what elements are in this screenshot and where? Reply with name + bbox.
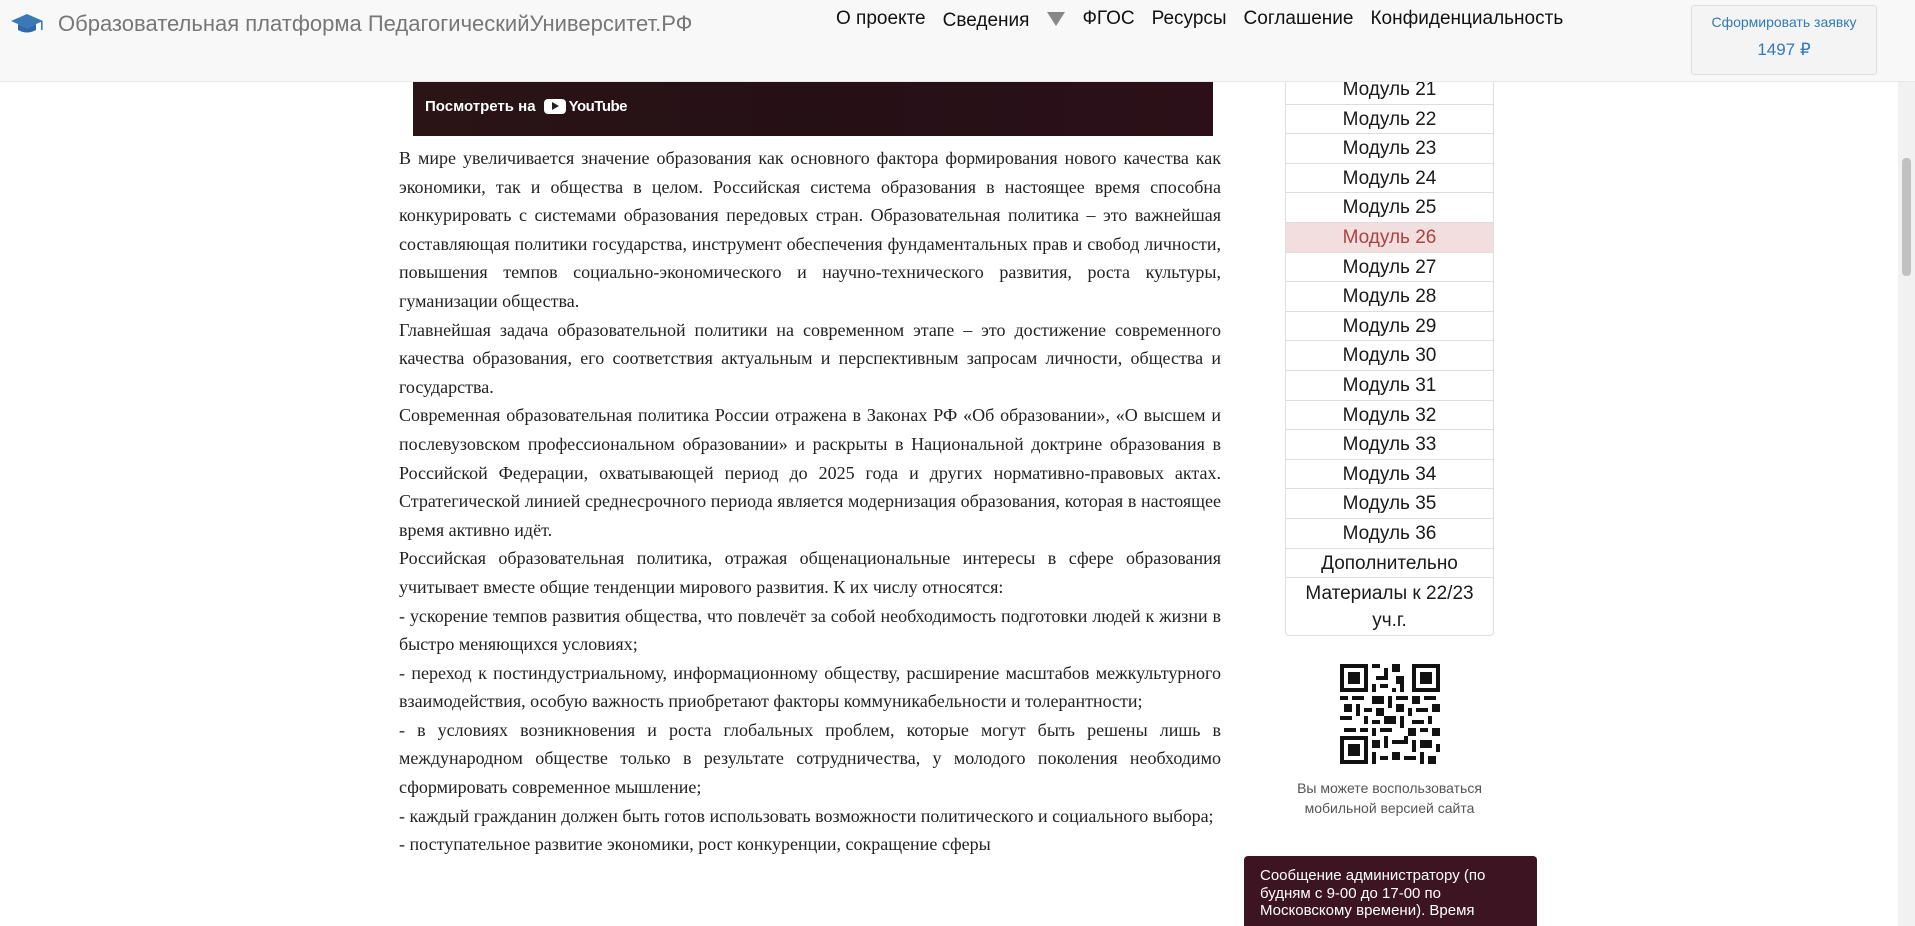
scrollbar-thumb[interactable] (1902, 158, 1911, 276)
module-item-28[interactable]: Модуль 28 (1286, 281, 1493, 311)
qr-code-icon (1340, 664, 1440, 764)
caret-down-icon (1047, 12, 1066, 26)
nav-privacy[interactable]: Конфиденциальность (1370, 8, 1563, 30)
module-item-27[interactable]: Модуль 27 (1286, 251, 1493, 282)
nav-info-label: Сведения (942, 10, 1030, 31)
module-item-materials[interactable]: Материалы к 22/23 уч.г. (1286, 577, 1493, 635)
module-item-30[interactable]: Модуль 30 (1286, 340, 1493, 370)
module-item-29[interactable]: Модуль 29 (1286, 310, 1493, 341)
nav-agreement[interactable]: Соглашение (1244, 8, 1354, 30)
module-item-32[interactable]: Модуль 32 (1286, 399, 1493, 430)
paragraph: - переход к постиндустриальному, информа… (399, 662, 1221, 712)
watch-on-label: Посмотреть на (425, 98, 536, 115)
module-item-34[interactable]: Модуль 34 (1286, 458, 1493, 489)
nav-fgos[interactable]: ФГОС (1082, 8, 1134, 30)
paragraph: В мире увеличивается значение образовани… (399, 148, 1221, 311)
paragraph: - каждый гражданин должен быть готов исп… (399, 805, 1214, 826)
graduation-cap-icon (11, 14, 43, 33)
module-item-24[interactable]: Модуль 24 (1286, 162, 1493, 193)
order-widget: Сформировать заявку 1497 ₽ (1691, 5, 1877, 75)
brand-title: Образовательная платформа Педагогический… (58, 11, 693, 36)
admin-message-widget[interactable]: Сообщение администратору (по будням с 9-… (1244, 856, 1537, 926)
watch-on-youtube-button[interactable]: Посмотреть на YouTube (425, 98, 628, 115)
module-item-additional[interactable]: Дополнительно (1286, 547, 1493, 578)
article-body: В мире увеличивается значение образовани… (399, 144, 1221, 859)
module-item-36[interactable]: Модуль 36 (1286, 517, 1493, 548)
youtube-wordmark: YouTube (568, 98, 628, 115)
video-embed[interactable]: Посмотреть на YouTube (413, 82, 1213, 136)
nav-info[interactable]: Сведения (943, 6, 1066, 32)
module-item-23[interactable]: Модуль 23 (1286, 133, 1493, 163)
module-item-22[interactable]: Модуль 22 (1286, 103, 1493, 134)
module-item-26-active[interactable]: Модуль 26 (1286, 221, 1493, 252)
qr-caption: Вы можете воспользоваться мобильной верс… (1297, 780, 1482, 816)
module-list: Модуль 21 Модуль 22 Модуль 23 Модуль 24 … (1285, 74, 1494, 637)
module-item-25[interactable]: Модуль 25 (1286, 192, 1493, 222)
nav-about[interactable]: О проекте (836, 8, 926, 30)
paragraph: Главнейшая задача образовательной полити… (399, 319, 1221, 397)
module-item-31[interactable]: Модуль 31 (1286, 369, 1493, 400)
brand[interactable]: Образовательная платформа Педагогический… (10, 10, 692, 38)
paragraph: - ускорение темпов развития общества, чт… (399, 605, 1221, 655)
nav-resources[interactable]: Ресурсы (1152, 8, 1227, 30)
youtube-logo: YouTube (543, 98, 628, 115)
module-item-33[interactable]: Модуль 33 (1286, 429, 1493, 459)
paragraph: - в условиях возникновения и роста глоба… (399, 719, 1221, 798)
module-item-35[interactable]: Модуль 35 (1286, 488, 1493, 518)
paragraph: Российская образовательная политика, отр… (399, 548, 1221, 597)
top-navbar: Образовательная платформа Педагогический… (0, 0, 1915, 82)
page-scrollbar[interactable] (1898, 0, 1915, 926)
order-button[interactable]: Сформировать заявку (1692, 14, 1876, 30)
main-nav: О проекте Сведения ФГОС Ресурсы Соглашен… (836, 6, 1580, 32)
paragraph: Современная образовательная политика Рос… (399, 405, 1221, 540)
youtube-play-icon (543, 99, 566, 114)
paragraph: - поступательное развитие экономики, рос… (399, 834, 991, 855)
order-price: 1497 ₽ (1757, 40, 1811, 59)
